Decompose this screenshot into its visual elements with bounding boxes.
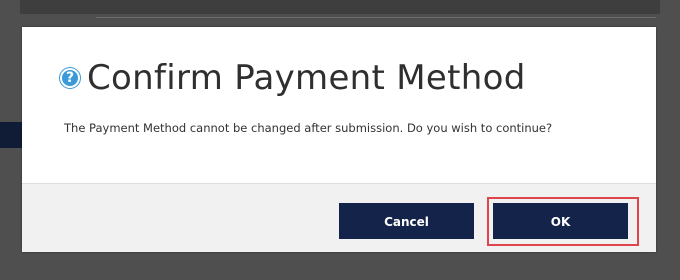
backdrop-header-strip [20, 0, 660, 14]
dialog-header: ? Confirm Payment Method [60, 58, 526, 98]
dialog-message: The Payment Method cannot be changed aft… [64, 121, 553, 135]
confirm-dialog: ? Confirm Payment Method The Payment Met… [22, 27, 656, 252]
ok-button[interactable]: OK [493, 203, 628, 239]
cancel-button[interactable]: Cancel [339, 203, 474, 239]
backdrop-nav-block [0, 122, 22, 148]
backdrop-divider [96, 17, 656, 18]
dialog-footer: Cancel OK [22, 183, 656, 252]
question-circle-icon: ? [60, 68, 80, 88]
dialog-title: Confirm Payment Method [87, 58, 526, 98]
